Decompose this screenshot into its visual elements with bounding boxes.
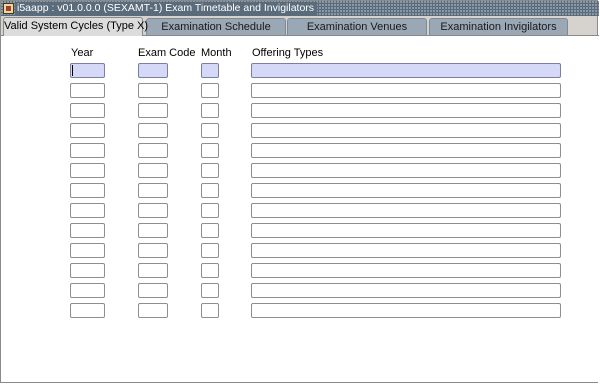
text-cursor bbox=[72, 65, 73, 76]
exam-code-field[interactable] bbox=[138, 83, 168, 98]
month-field[interactable] bbox=[201, 83, 219, 98]
title-bar[interactable]: i5aapp : v01.0.0.0 (SEXAMT-1) Exam Timet… bbox=[1, 1, 599, 16]
offering-types-field[interactable] bbox=[251, 243, 561, 258]
month-field[interactable] bbox=[201, 183, 219, 198]
tab-bar: Valid System Cycles (Type X) Examination… bbox=[1, 17, 599, 36]
exam-code-field[interactable] bbox=[138, 283, 168, 298]
year-field[interactable] bbox=[70, 163, 105, 178]
offering-types-field[interactable] bbox=[251, 183, 561, 198]
year-field[interactable] bbox=[70, 223, 105, 238]
month-field[interactable] bbox=[201, 103, 219, 118]
exam-code-field[interactable] bbox=[138, 183, 168, 198]
year-field[interactable] bbox=[70, 243, 105, 258]
tab-examination-invigilators[interactable]: Examination Invigilators bbox=[429, 18, 568, 35]
year-field[interactable] bbox=[70, 283, 105, 298]
exam-code-field[interactable] bbox=[138, 63, 168, 78]
exam-code-field[interactable] bbox=[138, 123, 168, 138]
offering-types-field[interactable] bbox=[251, 263, 561, 278]
year-field[interactable] bbox=[70, 83, 105, 98]
offering-types-field[interactable] bbox=[251, 223, 561, 238]
month-field[interactable] bbox=[201, 283, 219, 298]
year-field[interactable] bbox=[70, 63, 105, 78]
year-field[interactable] bbox=[70, 143, 105, 158]
month-field[interactable] bbox=[201, 263, 219, 278]
exam-code-field[interactable] bbox=[138, 143, 168, 158]
window-title: i5aapp : v01.0.0.0 (SEXAMT-1) Exam Timet… bbox=[16, 2, 318, 15]
offering-types-field[interactable] bbox=[251, 83, 561, 98]
app-icon[interactable] bbox=[3, 3, 14, 14]
offering-types-field[interactable] bbox=[251, 63, 561, 78]
month-field[interactable] bbox=[201, 303, 219, 318]
year-field[interactable] bbox=[70, 203, 105, 218]
exam-code-field[interactable] bbox=[138, 203, 168, 218]
offering-types-field[interactable] bbox=[251, 143, 561, 158]
month-field[interactable] bbox=[201, 223, 219, 238]
column-header-offering-types: Offering Types bbox=[252, 47, 324, 59]
exam-code-field[interactable] bbox=[138, 103, 168, 118]
exam-code-field[interactable] bbox=[138, 223, 168, 238]
month-field[interactable] bbox=[201, 143, 219, 158]
month-field[interactable] bbox=[201, 123, 219, 138]
month-field[interactable] bbox=[201, 243, 219, 258]
column-header-year: Year bbox=[71, 47, 94, 59]
app-window: i5aapp : v01.0.0.0 (SEXAMT-1) Exam Timet… bbox=[0, 0, 599, 383]
column-header-month: Month bbox=[201, 47, 232, 59]
offering-types-field[interactable] bbox=[251, 103, 561, 118]
exam-code-field[interactable] bbox=[138, 243, 168, 258]
exam-code-field[interactable] bbox=[138, 163, 168, 178]
tab-examination-schedule[interactable]: Examination Schedule bbox=[146, 18, 286, 35]
tab-examination-venues[interactable]: Examination Venues bbox=[287, 18, 427, 35]
year-field[interactable] bbox=[70, 263, 105, 278]
month-field[interactable] bbox=[201, 163, 219, 178]
offering-types-field[interactable] bbox=[251, 283, 561, 298]
offering-types-field[interactable] bbox=[251, 303, 561, 318]
exam-code-field[interactable] bbox=[138, 303, 168, 318]
year-field[interactable] bbox=[70, 123, 105, 138]
month-field[interactable] bbox=[201, 203, 219, 218]
offering-types-field[interactable] bbox=[251, 123, 561, 138]
column-header-exam-code: Exam Code bbox=[138, 47, 196, 59]
month-field[interactable] bbox=[201, 63, 219, 78]
offering-types-field[interactable] bbox=[251, 203, 561, 218]
year-field[interactable] bbox=[70, 303, 105, 318]
offering-types-field[interactable] bbox=[251, 163, 561, 178]
year-field[interactable] bbox=[70, 183, 105, 198]
year-field[interactable] bbox=[70, 103, 105, 118]
tab-valid-system-cycles[interactable]: Valid System Cycles (Type X) bbox=[3, 17, 148, 36]
exam-code-field[interactable] bbox=[138, 263, 168, 278]
